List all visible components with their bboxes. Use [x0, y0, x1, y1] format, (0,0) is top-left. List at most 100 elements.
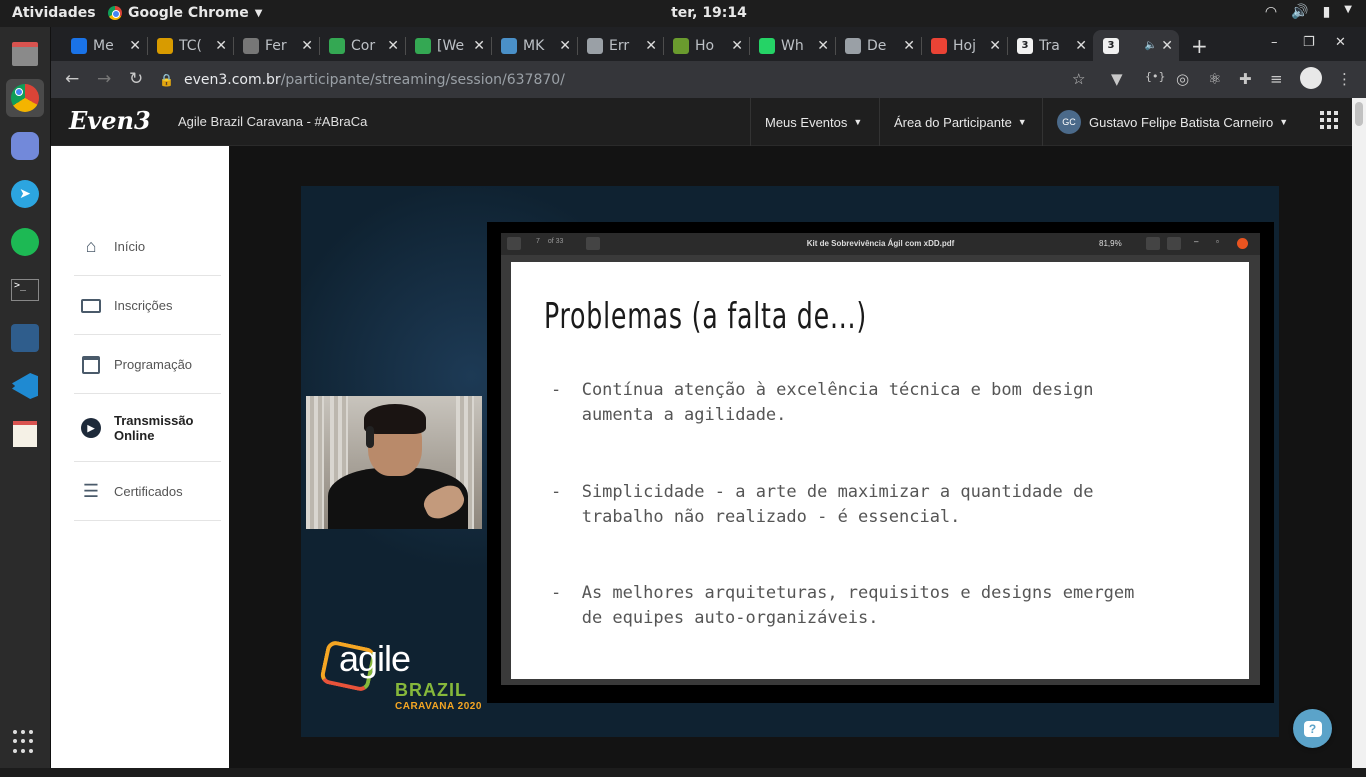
sidebar-item-inicio[interactable]: ⌂ Início: [74, 218, 221, 276]
target-icon[interactable]: ◎: [1176, 70, 1189, 88]
user-name: Gustavo Felipe Batista Carneiro: [1089, 114, 1274, 130]
file-manager-icon[interactable]: [6, 35, 44, 73]
text-editor-icon[interactable]: [6, 415, 44, 453]
spotify-icon[interactable]: [6, 223, 44, 261]
tab-close-icon[interactable]: ✕: [989, 38, 1001, 54]
terminal-icon[interactable]: >_: [6, 271, 44, 309]
tab-close-icon[interactable]: ✕: [387, 38, 399, 54]
speaker-webcam: [306, 396, 482, 529]
tab-close-icon[interactable]: ✕: [301, 38, 313, 54]
google-drive-icon: [71, 37, 87, 54]
apps-grid-icon[interactable]: [1320, 111, 1338, 129]
my-events-menu[interactable]: Meus Eventos ▼: [750, 98, 876, 146]
help-chat-button[interactable]: ?: [1293, 709, 1332, 748]
json-viewer-icon[interactable]: {•}: [1145, 70, 1166, 83]
browser-toolbar: ← → ↻ 🔒 even3.com.br /participante/strea…: [51, 61, 1366, 98]
browser-tab[interactable]: MK ✕: [491, 30, 577, 61]
slide-title: Problemas (a falta de...): [544, 296, 867, 337]
caret-down-icon: ▼: [1279, 117, 1289, 127]
minimize-icon[interactable]: –: [1271, 35, 1278, 50]
tab-close-icon[interactable]: ✕: [903, 38, 915, 54]
browser-tab[interactable]: 3 Tra ✕: [1007, 30, 1093, 61]
browser-tab[interactable]: Hoj ✕: [921, 30, 1007, 61]
user-menu[interactable]: GC Gustavo Felipe Batista Carneiro ▼: [1042, 98, 1302, 146]
ticket-icon: [80, 295, 102, 317]
battery-icon: ▮: [1322, 4, 1331, 20]
close-window-icon[interactable]: ✕: [1335, 35, 1346, 50]
clock[interactable]: ter, 19:14: [0, 5, 1366, 21]
tab-close-icon[interactable]: ✕: [731, 38, 743, 54]
back-arrow-icon[interactable]: ←: [65, 69, 79, 89]
my-events-label: Meus Eventos: [765, 114, 848, 130]
tab-close-icon[interactable]: ✕: [1075, 38, 1087, 54]
star-icon[interactable]: ☆: [1072, 70, 1085, 88]
video-player[interactable]: 7 of 33 Kit de Sobrevivência Ágil com xD…: [301, 186, 1279, 737]
browser-tab[interactable]: Me ✕: [61, 30, 147, 61]
browser-tab[interactable]: [We ✕: [405, 30, 491, 61]
chrome-dock-icon[interactable]: [6, 79, 44, 117]
telegram-icon[interactable]: ➤: [6, 175, 44, 213]
three-icon: 3: [1017, 37, 1033, 54]
restore-icon[interactable]: ❐: [1303, 35, 1315, 50]
u-icon: [587, 37, 603, 54]
browser-tab[interactable]: De ✕: [835, 30, 921, 61]
browser-tab[interactable]: 3 🔈 ✕: [1093, 30, 1179, 61]
browser-tab[interactable]: TC(✕: [147, 30, 233, 61]
discord-icon[interactable]: [6, 127, 44, 165]
mk-icon: [501, 37, 517, 54]
kebab-menu-icon[interactable]: ⋮: [1337, 70, 1352, 88]
react-devtools-icon[interactable]: ⚛: [1208, 70, 1221, 88]
sidebar-item-transmissao-online[interactable]: ▶ Transmissão Online: [74, 395, 221, 462]
pdf-titlebar: 7 of 33 Kit de Sobrevivência Ágil com xD…: [501, 233, 1260, 255]
address-bar[interactable]: 🔒 even3.com.br /participante/streaming/s…: [159, 65, 1089, 94]
tab-close-icon[interactable]: ✕: [645, 38, 657, 54]
browser-tab[interactable]: Wh ✕: [749, 30, 835, 61]
maximize-icon: ▫: [1216, 237, 1219, 246]
participant-area-menu[interactable]: Área do Participante ▼: [879, 98, 1041, 146]
browser-tab[interactable]: Err ✕: [577, 30, 663, 61]
sidebar-item-label: Transmissão Online: [114, 413, 194, 443]
sidebar-item-programacao[interactable]: Programação: [74, 336, 221, 394]
scrollbar-thumb[interactable]: [1355, 102, 1363, 126]
session-title-cutoff: [300, 757, 900, 777]
agile-caravana-word: CARAVANA 2020: [395, 701, 482, 712]
media-controls-icon[interactable]: ≡: [1270, 70, 1283, 88]
show-applications-icon[interactable]: [13, 730, 37, 754]
dock: ➤ >_: [0, 27, 51, 768]
tab-close-icon[interactable]: ✕: [1161, 38, 1173, 54]
tab-label: Wh: [781, 37, 804, 54]
extensions-icon[interactable]: ✚: [1239, 70, 1252, 88]
participant-sidebar: ⌂ Início Inscrições Programação ▶ Transm…: [51, 146, 229, 768]
sidebar-item-inscricoes[interactable]: Inscrições: [74, 277, 221, 335]
even3-logo[interactable]: Even3: [69, 106, 151, 135]
tab-close-icon[interactable]: ✕: [473, 38, 485, 54]
tab-close-icon[interactable]: ✕: [129, 38, 141, 54]
vscode-icon[interactable]: [6, 367, 44, 405]
vuejs-devtools-icon[interactable]: ▼: [1111, 70, 1123, 88]
tab-close-icon[interactable]: ✕: [817, 38, 829, 54]
sidebar-item-certificados[interactable]: ☰ Certificados: [74, 463, 221, 521]
profile-avatar-icon[interactable]: [1300, 67, 1322, 89]
tab-audio-icon[interactable]: 🔈: [1145, 40, 1157, 51]
tab-close-icon[interactable]: ✕: [559, 38, 571, 54]
browser-tab[interactable]: Cor ✕: [319, 30, 405, 61]
gmail-icon: [931, 37, 947, 54]
site-header: Even3 Agile Brazil Caravana - #ABraCa Me…: [51, 98, 1352, 146]
reload-icon[interactable]: ↻: [129, 69, 143, 89]
browser-tab[interactable]: Ho ✕: [663, 30, 749, 61]
mysql-workbench-icon[interactable]: [6, 319, 44, 357]
new-tab-icon[interactable]: +: [1191, 34, 1208, 58]
slide-bullet: - Simplicidade - a arte de maximizar a q…: [551, 482, 1094, 527]
url-host: even3.com.br: [183, 71, 281, 88]
caret-down-icon: ▼: [853, 117, 863, 127]
sidebar-item-label-line2: Online: [114, 428, 155, 443]
system-tray[interactable]: ◠ 🔊 ▮ ▼: [1265, 4, 1352, 20]
agile-word: agile: [339, 638, 411, 679]
caret-down-icon: ▼: [1017, 117, 1027, 127]
certificate-icon: ☰: [82, 481, 100, 501]
forward-arrow-icon[interactable]: →: [97, 69, 111, 89]
page-scrollbar[interactable]: [1352, 98, 1366, 768]
browser-tab[interactable]: Fer ✕: [233, 30, 319, 61]
tab-close-icon[interactable]: ✕: [215, 38, 227, 54]
event-title[interactable]: Agile Brazil Caravana - #ABraCa: [178, 114, 367, 129]
